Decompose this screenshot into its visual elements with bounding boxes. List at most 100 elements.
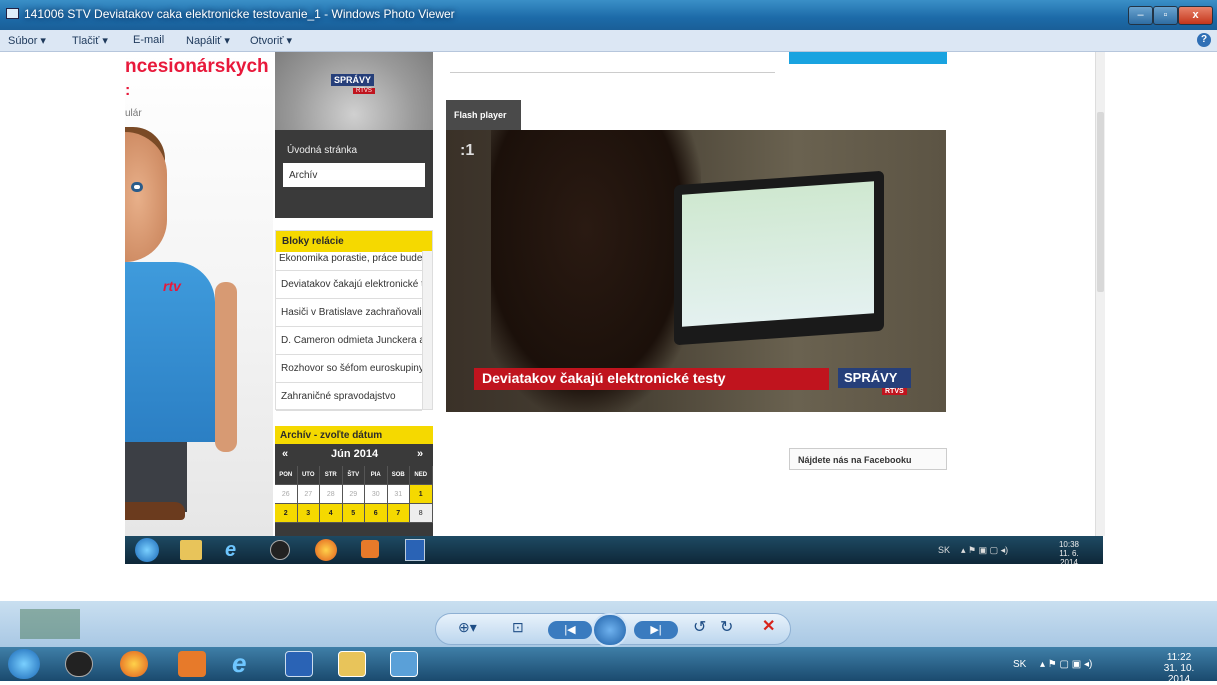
close-button[interactable]: x [1178,6,1213,25]
help-icon[interactable]: ? [1197,33,1211,47]
menu-burn[interactable]: Napáliť ▾ [186,34,230,47]
firefox-icon[interactable] [315,539,337,561]
calendar-date[interactable]: 31 [387,485,410,504]
menu-file[interactable]: Súbor ▾ [8,34,46,47]
media-player-icon[interactable] [361,540,379,558]
minimize-button[interactable]: – [1128,6,1153,25]
calendar-date[interactable]: 28 [320,485,343,504]
clock-date: 31. 10. 2014 [1163,663,1195,685]
menu-open[interactable]: Otvoriť ▾ [250,34,292,47]
spravy-badge: SPRÁVY [838,368,911,388]
news-caption: Deviatakov čakajú elektronické testy [474,368,829,390]
calendar-day-header: NED [410,466,433,485]
calendar-date[interactable]: 29 [342,485,365,504]
windows-taskbar: e SK ▴ ⚑ ▢ ▣ ◂) 11:22 31. 10. 2014 [0,647,1217,685]
nav-archive-link[interactable]: Archív [283,163,425,187]
scrollbar-thumb[interactable] [1097,112,1104,292]
player-tab[interactable]: Flash player [446,100,521,130]
calendar-date[interactable]: 8 [410,504,433,523]
windows-start-icon[interactable] [8,649,40,679]
inner-taskbar: e SK ▴ ⚑ ▣ ▢ ◂) 10:38 11. 6. 2014 [125,536,1103,564]
list-item[interactable]: Ekonomika porastie, práce bude vi... [276,251,422,271]
menu-bar: Súbor ▾ Tlačiť ▾ E-mail Napáliť ▾ Otvori… [0,30,1217,52]
calendar-date[interactable]: 3 [297,504,320,523]
language-indicator[interactable]: SK [1013,659,1026,670]
explorer-icon[interactable] [338,651,366,677]
inner-time: 10:38 [1058,540,1080,549]
photo-viewer-icon[interactable] [390,651,418,677]
nav-home-link[interactable]: Úvodná stránka [287,145,357,156]
calendar-prev-button[interactable]: « [282,448,288,460]
actual-size-icon[interactable]: ⊡ [512,619,524,636]
rotate-left-icon[interactable]: ↺ [693,617,706,637]
calendar-date[interactable]: 30 [365,485,388,504]
avatar-arm [215,282,237,452]
video-frame[interactable]: :1 Deviatakov čakajú elektronické testy … [446,130,946,412]
blocks-list: Ekonomika porastie, práce bude vi... Dev… [276,251,422,411]
calendar-date[interactable]: 7 [387,504,410,523]
spravy-logo: SPRÁVY [331,74,375,86]
list-item[interactable]: D. Cameron odmieta Junckera ako... [276,327,422,355]
hp-icon[interactable] [270,540,290,560]
blocks-scrollbar[interactable] [422,251,432,409]
tray-icons[interactable]: ▴ ⚑ ▢ ▣ ◂) [1040,659,1092,670]
photo-viewer-controls: ⊕▾ ⊡ |◀ ▶| ↺ ↻ ✕ [0,601,1217,647]
video-player: Flash player :1 Deviatakov čakajú elektr… [446,100,946,412]
rotate-right-icon[interactable]: ↻ [720,617,733,637]
firefox-icon[interactable] [120,651,148,677]
internet-explorer-icon[interactable]: e [225,539,249,561]
facebook-widget[interactable]: Nájdete nás na Facebooku [789,448,947,470]
media-player-icon[interactable] [178,651,206,677]
promo-dot: : [125,82,131,99]
thumbnail-ghost [20,609,80,639]
list-item[interactable]: Rozhovor so šéfom euroskupiny [276,355,422,383]
title-bar: 141006 STV Deviatakov caka elektronicke … [0,0,1217,30]
next-button[interactable]: ▶| [634,621,678,639]
hp-icon[interactable] [65,651,93,677]
calendar: « Jún 2014 » PON UTO STR ŠTV PIA SOB NED 26 27 2… [275,444,433,536]
calendar-next-button[interactable]: » [417,448,423,460]
previous-button[interactable]: |◀ [548,621,592,639]
internet-explorer-icon[interactable]: e [232,650,260,677]
clock[interactable]: 11:22 31. 10. 2014 [1154,652,1204,685]
tray-icons[interactable]: ▴ ⚑ ▣ ▢ ◂) [961,545,1008,556]
inner-scrollbar[interactable] [1095,52,1105,536]
list-item[interactable]: Deviatakov čakajú elektronické testy [276,271,422,299]
clock-time: 11:22 [1166,652,1192,663]
list-item[interactable]: Hasiči v Bratislave zachraňovali ha... [276,299,422,327]
zoom-icon[interactable]: ⊕▾ [458,619,477,636]
calendar-date[interactable]: 1 [410,485,433,504]
word-icon[interactable] [285,651,313,677]
list-item[interactable]: Zahraničné spravodajstvo [276,383,422,411]
blocks-title: Bloky relácie [276,231,432,252]
nav-box: SPRÁVY RTVS Úvodná stránka Archív [275,52,433,218]
rtvs-badge: RTVS [882,388,907,395]
avatar-eye [131,182,143,192]
promo-panel: ncesionárskych : ulár rtv [125,52,273,536]
calendar-date[interactable]: 5 [342,504,365,523]
menu-email[interactable]: E-mail [133,34,164,46]
displayed-screenshot: ncesionárskych : ulár rtv SPRÁVY RTVS Úv… [125,52,1103,564]
calendar-day-header: ŠTV [342,466,365,485]
calendar-date[interactable]: 2 [275,504,298,523]
calendar-date[interactable]: 6 [365,504,388,523]
promo-subtext: ulár [125,108,142,119]
calendar-day-header: STR [320,466,343,485]
rtvs-shirt-logo: rtv [163,278,181,294]
language-indicator[interactable]: SK [938,545,950,555]
word-icon[interactable] [405,539,425,561]
menu-print[interactable]: Tlačiť ▾ [72,34,108,47]
slideshow-button[interactable] [592,613,628,647]
calendar-date[interactable]: 26 [275,485,298,504]
inner-clock: 10:38 11. 6. 2014 [1051,540,1087,564]
calendar-day-header: PIA [365,466,388,485]
explorer-icon[interactable] [180,540,202,560]
windows-start-icon[interactable] [135,538,159,562]
calendar-day-header: PON [275,466,298,485]
calendar-date[interactable]: 4 [320,504,343,523]
delete-icon[interactable]: ✕ [762,616,775,636]
maximize-button[interactable]: ▫ [1153,6,1178,25]
calendar-date[interactable]: 27 [297,485,320,504]
calendar-day-header: UTO [297,466,320,485]
blocks-panel: Bloky relácie Ekonomika porastie, práce … [275,230,433,411]
